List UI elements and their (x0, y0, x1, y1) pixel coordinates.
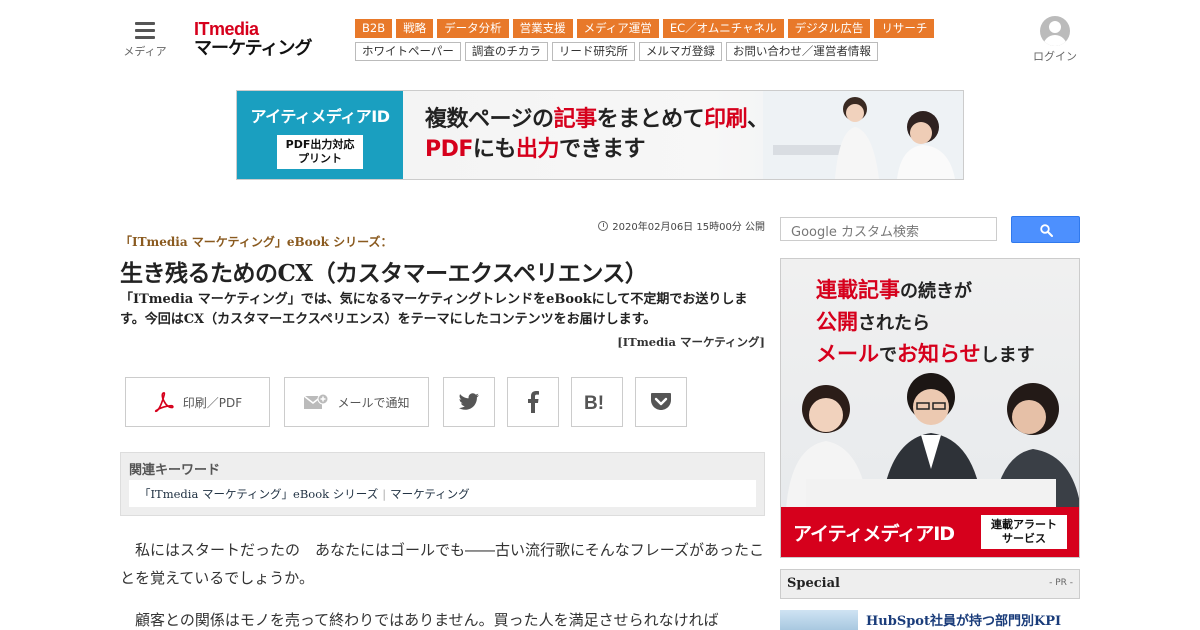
pr-label: - PR - (1049, 578, 1073, 588)
pocket-button[interactable] (635, 377, 687, 427)
clock-icon (598, 220, 609, 231)
special-section-header: Special - PR - (780, 569, 1080, 599)
google-custom-search: Google カスタム検索 (780, 216, 1080, 243)
ad-headline: 連載記事の続きが 公開されたら メールでお知らせします (781, 275, 1079, 371)
ad-badge-line2: サービス (1002, 532, 1046, 545)
banner-brand-panel: アイティメディアID PDF出力対応 プリント (237, 91, 403, 179)
article-title: 生き残るためのCX（カスタマーエクスペリエンス） (120, 260, 648, 287)
search-input[interactable]: Google カスタム検索 (780, 217, 997, 241)
email-notify-button[interactable]: メールで通知 (284, 377, 429, 427)
nav-sales-support[interactable]: 営業支援 (512, 19, 573, 38)
nav-research[interactable]: リサーチ (874, 19, 935, 38)
ad-badge: 連載アラート サービス (981, 515, 1067, 549)
nav-survey[interactable]: 調査のチカラ (464, 42, 548, 61)
media-menu-button[interactable]: メディア (122, 18, 168, 59)
ad-line-3: メールでお知らせします (816, 342, 1035, 366)
nav-b2b[interactable]: B2B (355, 19, 393, 38)
hatena-bookmark-icon: B! (584, 393, 604, 412)
keyword-separator: | (382, 487, 387, 501)
login-button[interactable]: ログイン (1030, 16, 1080, 64)
print-pdf-banner-ad[interactable]: アイティメディアID PDF出力対応 プリント 複数ページの記事をまとめて印刷、… (236, 90, 964, 180)
alert-service-ad[interactable]: 連載記事の続きが 公開されたら メールでお知らせします アイティメディアID 連… (780, 258, 1080, 558)
special-item-link[interactable]: HubSpot社員が持つ部門別KPI (866, 610, 1061, 629)
twitter-icon (458, 393, 479, 410)
twitter-share-button[interactable] (443, 377, 495, 427)
banner-message-panel: 複数ページの記事をまとめて印刷、 PDFにも出力できます (403, 91, 963, 179)
primary-category-nav: B2B 戦略 データ分析 営業支援 メディア運営 EC／オムニチャネル デジタル… (355, 19, 935, 38)
article-paragraph: 顧客との関係はモノを売って終わりではありません。買った人を満足させられなければ (135, 611, 719, 629)
special-title: Special (787, 576, 840, 591)
svg-text:B!: B! (584, 393, 604, 412)
print-pdf-button[interactable]: 印刷／PDF (125, 377, 270, 427)
print-pdf-label: 印刷／PDF (182, 395, 243, 410)
article-paragraph: 私にはスタートだったの あなたにはゴールでも――古い流行歌にそんなフレーズがあっ… (120, 541, 764, 587)
series-label[interactable]: 「ITmedia マーケティング」eBook シリーズ： (120, 233, 393, 250)
user-avatar-icon (1040, 16, 1070, 46)
site-logo[interactable]: ITmedia マーケティング (194, 20, 329, 62)
ad-brand: アイティメディアID (793, 523, 955, 545)
special-item-thumbnail (780, 610, 858, 630)
nav-strategy[interactable]: 戦略 (396, 19, 434, 38)
nav-digital-ads[interactable]: デジタル広告 (787, 19, 871, 38)
banner-people-photo (763, 91, 963, 179)
banner-badge-line2: プリント (298, 152, 342, 165)
nav-lead-lab[interactable]: リード研究所 (551, 42, 635, 61)
ad-people-photo (786, 373, 1079, 509)
pdf-icon (154, 392, 174, 413)
banner-brand: アイティメディアID (250, 107, 390, 126)
ad-line-1: 連載記事の続きが (816, 278, 972, 302)
keyword-link[interactable]: マーケティング (390, 487, 470, 501)
facebook-share-button[interactable] (507, 377, 559, 427)
publish-date-text: 2020年02月06日 15時00分 公開 (612, 222, 765, 233)
article-byline: [ITmedia マーケティング] (617, 335, 765, 349)
nav-contact[interactable]: お問い合わせ／運営者情報 (725, 42, 878, 61)
nav-whitepaper[interactable]: ホワイトペーパー (355, 42, 461, 61)
article-lead: 「ITmedia マーケティング」では、気になるマーケティングトレンドをeBoo… (120, 292, 748, 327)
related-keywords-title: 関連キーワード (129, 463, 221, 478)
secondary-nav: ホワイトペーパー 調査のチカラ リード研究所 メルマガ登録 お問い合わせ／運営者… (355, 42, 878, 61)
nav-data-analysis[interactable]: データ分析 (437, 19, 509, 38)
banner-badge: PDF出力対応 プリント (277, 135, 363, 169)
media-menu-label: メディア (123, 45, 167, 58)
ad-line-2: 公開されたら (816, 310, 930, 334)
hamburger-icon (135, 22, 155, 39)
nav-ec-omnichannel[interactable]: EC／オムニチャネル (662, 19, 784, 38)
login-label: ログイン (1033, 50, 1077, 63)
facebook-icon (528, 391, 539, 413)
keyword-list: 「ITmedia マーケティング」eBook シリーズ | マーケティング (129, 480, 756, 507)
email-notify-label: メールで通知 (337, 395, 410, 410)
publish-date: 2020年02月06日 15時00分 公開 (598, 218, 765, 233)
mail-plus-icon (304, 393, 329, 409)
search-icon (1040, 224, 1053, 237)
special-item[interactable]: HubSpot社員が持つ部門別KPI (780, 608, 1080, 630)
related-keywords: 関連キーワード 「ITmedia マーケティング」eBook シリーズ | マーケテ… (120, 452, 765, 516)
nav-media-operation[interactable]: メディア運営 (576, 19, 659, 38)
pocket-icon (651, 393, 671, 410)
banner-badge-line1: PDF出力対応 (285, 138, 355, 151)
ad-badge-line1: 連載アラート (991, 518, 1057, 531)
logo-top-text: ITmedia (194, 19, 259, 39)
search-button[interactable] (1011, 216, 1080, 243)
nav-newsletter[interactable]: メルマガ登録 (638, 42, 722, 61)
logo-bottom-text: マーケティング (194, 38, 313, 59)
ad-footer: アイティメディアID 連載アラート サービス (781, 507, 1079, 557)
hatena-bookmark-button[interactable]: B! (571, 377, 623, 427)
keyword-link[interactable]: 「ITmedia マーケティング」eBook シリーズ (139, 487, 378, 501)
